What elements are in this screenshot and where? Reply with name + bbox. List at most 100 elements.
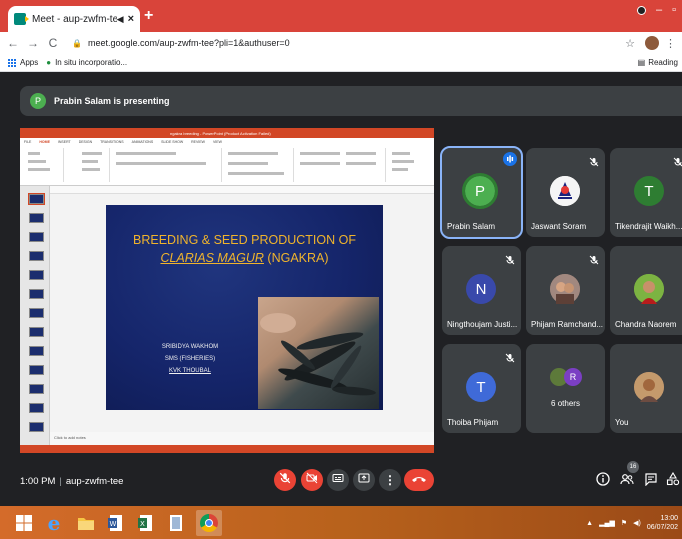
slide-title-local: (NGAKRA) xyxy=(263,251,329,265)
ppt-slide-thumbnail[interactable] xyxy=(29,251,44,261)
shared-screen[interactable]: ngakra breeding - PowerPoint (Product Ac… xyxy=(20,128,434,453)
reload-icon[interactable]: C xyxy=(46,36,60,50)
ppt-slide-thumbnail[interactable] xyxy=(29,232,44,242)
browser-tab-meet[interactable]: Meet - aup-zwfm-tee ◀ × xyxy=(8,6,140,32)
lock-icon[interactable]: 🔒 xyxy=(72,39,82,48)
bookmark-in-situ-label: In situ incorporatio... xyxy=(55,58,128,67)
ppt-slide-thumbnail[interactable] xyxy=(29,346,44,356)
participant-photo-avatar xyxy=(634,274,664,304)
activities-icon xyxy=(666,471,680,491)
bookmark-in-situ[interactable]: ● In situ incorporatio... xyxy=(46,58,127,67)
participant-avatar: T xyxy=(466,372,496,402)
participant-tile[interactable]: T Tikendrajit Waikh... xyxy=(610,148,682,237)
tab-audio-icon[interactable]: ◀ xyxy=(117,14,124,25)
word-icon[interactable]: W xyxy=(106,513,126,533)
profile-avatar[interactable] xyxy=(645,36,659,50)
bookmark-apps[interactable]: Apps xyxy=(8,58,38,67)
ppt-slide-thumbnail[interactable] xyxy=(29,365,44,375)
slide-org: KVK THOUBAL xyxy=(169,368,211,374)
leave-call-button[interactable] xyxy=(404,469,434,491)
participant-tile-self[interactable]: You xyxy=(610,344,682,433)
meeting-details-button[interactable] xyxy=(596,471,610,491)
browser-menu-icon[interactable]: ⋮ xyxy=(665,37,676,50)
slide-title: BREEDING & SEED PRODUCTION OF CLARIAS MA… xyxy=(106,231,383,267)
taskbar-clock[interactable]: 13:00 06/07/202 xyxy=(647,514,678,532)
ppt-slide-thumbnail[interactable] xyxy=(29,308,44,318)
mic-off-icon xyxy=(505,350,515,363)
ppt-slide-thumbnail[interactable] xyxy=(29,327,44,337)
maximize-icon[interactable]: ▫ xyxy=(672,4,676,16)
bookmark-star-icon[interactable]: ☆ xyxy=(625,37,635,50)
participant-photo-avatar xyxy=(550,274,580,304)
ppt-slide-thumbnail[interactable] xyxy=(29,213,44,223)
mic-toggle-button[interactable] xyxy=(274,469,296,491)
ppt-notes-pane[interactable]: Click to add notes xyxy=(50,432,434,445)
meeting-info: 1:00 PM | aup-zwfm-tee xyxy=(20,476,123,487)
forward-icon[interactable]: → xyxy=(26,36,40,50)
flag-icon[interactable]: ⚑ xyxy=(621,519,627,527)
window-controls: – ▫ xyxy=(636,4,676,16)
meeting-info-separator: | xyxy=(59,476,62,487)
file-explorer-icon[interactable] xyxy=(76,513,96,533)
presenting-text: Prabin Salam is presenting xyxy=(54,96,170,106)
slide-title-line1: BREEDING & SEED PRODUCTION OF xyxy=(133,233,356,247)
minimize-icon[interactable]: – xyxy=(656,4,662,16)
excel-icon[interactable]: X xyxy=(136,513,156,533)
participant-tile[interactable]: Jaswant Soram xyxy=(526,148,605,237)
camera-off-icon xyxy=(306,471,318,489)
activities-button[interactable] xyxy=(666,471,680,491)
ppt-ribbon-tab[interactable]: HOME xyxy=(39,140,50,144)
participant-tile[interactable]: Chandra Naorem xyxy=(610,246,682,335)
people-button[interactable] xyxy=(620,473,634,488)
address-bar[interactable]: 🔒 meet.google.com/aup-zwfm-tee?pli=1&aut… xyxy=(72,38,625,48)
ppt-window-title: ngakra breeding - PowerPoint (Product Ac… xyxy=(170,130,271,136)
powerpoint-icon[interactable] xyxy=(166,513,186,533)
taskbar-chrome-active[interactable] xyxy=(196,510,222,536)
ppt-slide-thumbnail[interactable] xyxy=(29,289,44,299)
participant-tile[interactable]: Phijam Ramchand... xyxy=(526,246,605,335)
ppt-drawing-group xyxy=(296,148,386,182)
ppt-ribbon-tab[interactable]: ANIMATIONS xyxy=(132,140,154,144)
bookmark-site-icon: ● xyxy=(46,58,52,67)
ppt-ribbon-tab[interactable]: VIEW xyxy=(213,140,222,144)
mic-off-icon xyxy=(589,154,599,167)
reading-list-button[interactable]: ▤ Reading xyxy=(638,58,678,67)
back-icon[interactable]: ← xyxy=(6,36,20,50)
meeting-time: 1:00 PM xyxy=(20,476,56,487)
network-signal-icon[interactable]: ▂▄▆ xyxy=(599,519,615,527)
ppt-ribbon-tab[interactable]: DESIGN xyxy=(79,140,92,144)
tab-title: Meet - aup-zwfm-tee xyxy=(32,13,117,25)
participant-photo-avatar xyxy=(550,176,580,206)
ppt-slide-thumbnail[interactable] xyxy=(29,403,44,413)
participant-tile-others[interactable]: R 6 others xyxy=(526,344,605,433)
ppt-ribbon-tab[interactable]: TRANSITIONS xyxy=(100,140,124,144)
new-tab-button[interactable]: + xyxy=(144,7,153,25)
ppt-ribbon-tab[interactable]: INSERT xyxy=(58,140,71,144)
tray-expand-icon[interactable]: ▲ xyxy=(586,520,593,527)
participant-tile[interactable]: T Thoiba Phijam xyxy=(442,344,521,433)
windows-start-icon[interactable] xyxy=(14,513,34,533)
volume-icon[interactable]: ◀) xyxy=(633,519,641,527)
slide-credits: SRIBIDYA WAKHOM SMS (FISHERIES) KVK THOU… xyxy=(150,341,230,377)
ppt-slide-thumbnail[interactable] xyxy=(29,422,44,432)
present-now-button[interactable] xyxy=(353,469,375,491)
ppt-slide-thumbnail[interactable] xyxy=(29,384,44,394)
participant-name: You xyxy=(615,418,629,427)
ppt-slide-thumbnails[interactable] xyxy=(20,186,50,445)
internet-explorer-icon[interactable]: e xyxy=(44,511,64,535)
ppt-title-bar: ngakra breeding - PowerPoint (Product Ac… xyxy=(20,128,434,138)
ppt-slide-thumbnail[interactable] xyxy=(28,193,45,205)
ppt-ribbon-tab[interactable]: REVIEW xyxy=(191,140,205,144)
info-icon xyxy=(596,471,610,491)
profile-indicator-icon[interactable] xyxy=(636,5,646,15)
chat-button[interactable] xyxy=(644,472,658,488)
more-options-button[interactable]: ⋮ xyxy=(379,469,401,491)
captions-button[interactable] xyxy=(327,469,349,491)
participant-tile[interactable]: P Prabin Salam xyxy=(440,146,523,239)
ppt-ribbon-tab[interactable]: SLIDE SHOW xyxy=(161,140,183,144)
participant-tile[interactable]: N Ningthoujam Justi... xyxy=(442,246,521,335)
camera-toggle-button[interactable] xyxy=(301,469,323,491)
ppt-ribbon-tab[interactable]: FILE xyxy=(24,140,31,144)
ppt-slide-thumbnail[interactable] xyxy=(29,270,44,280)
tab-close-icon[interactable]: × xyxy=(128,13,134,25)
